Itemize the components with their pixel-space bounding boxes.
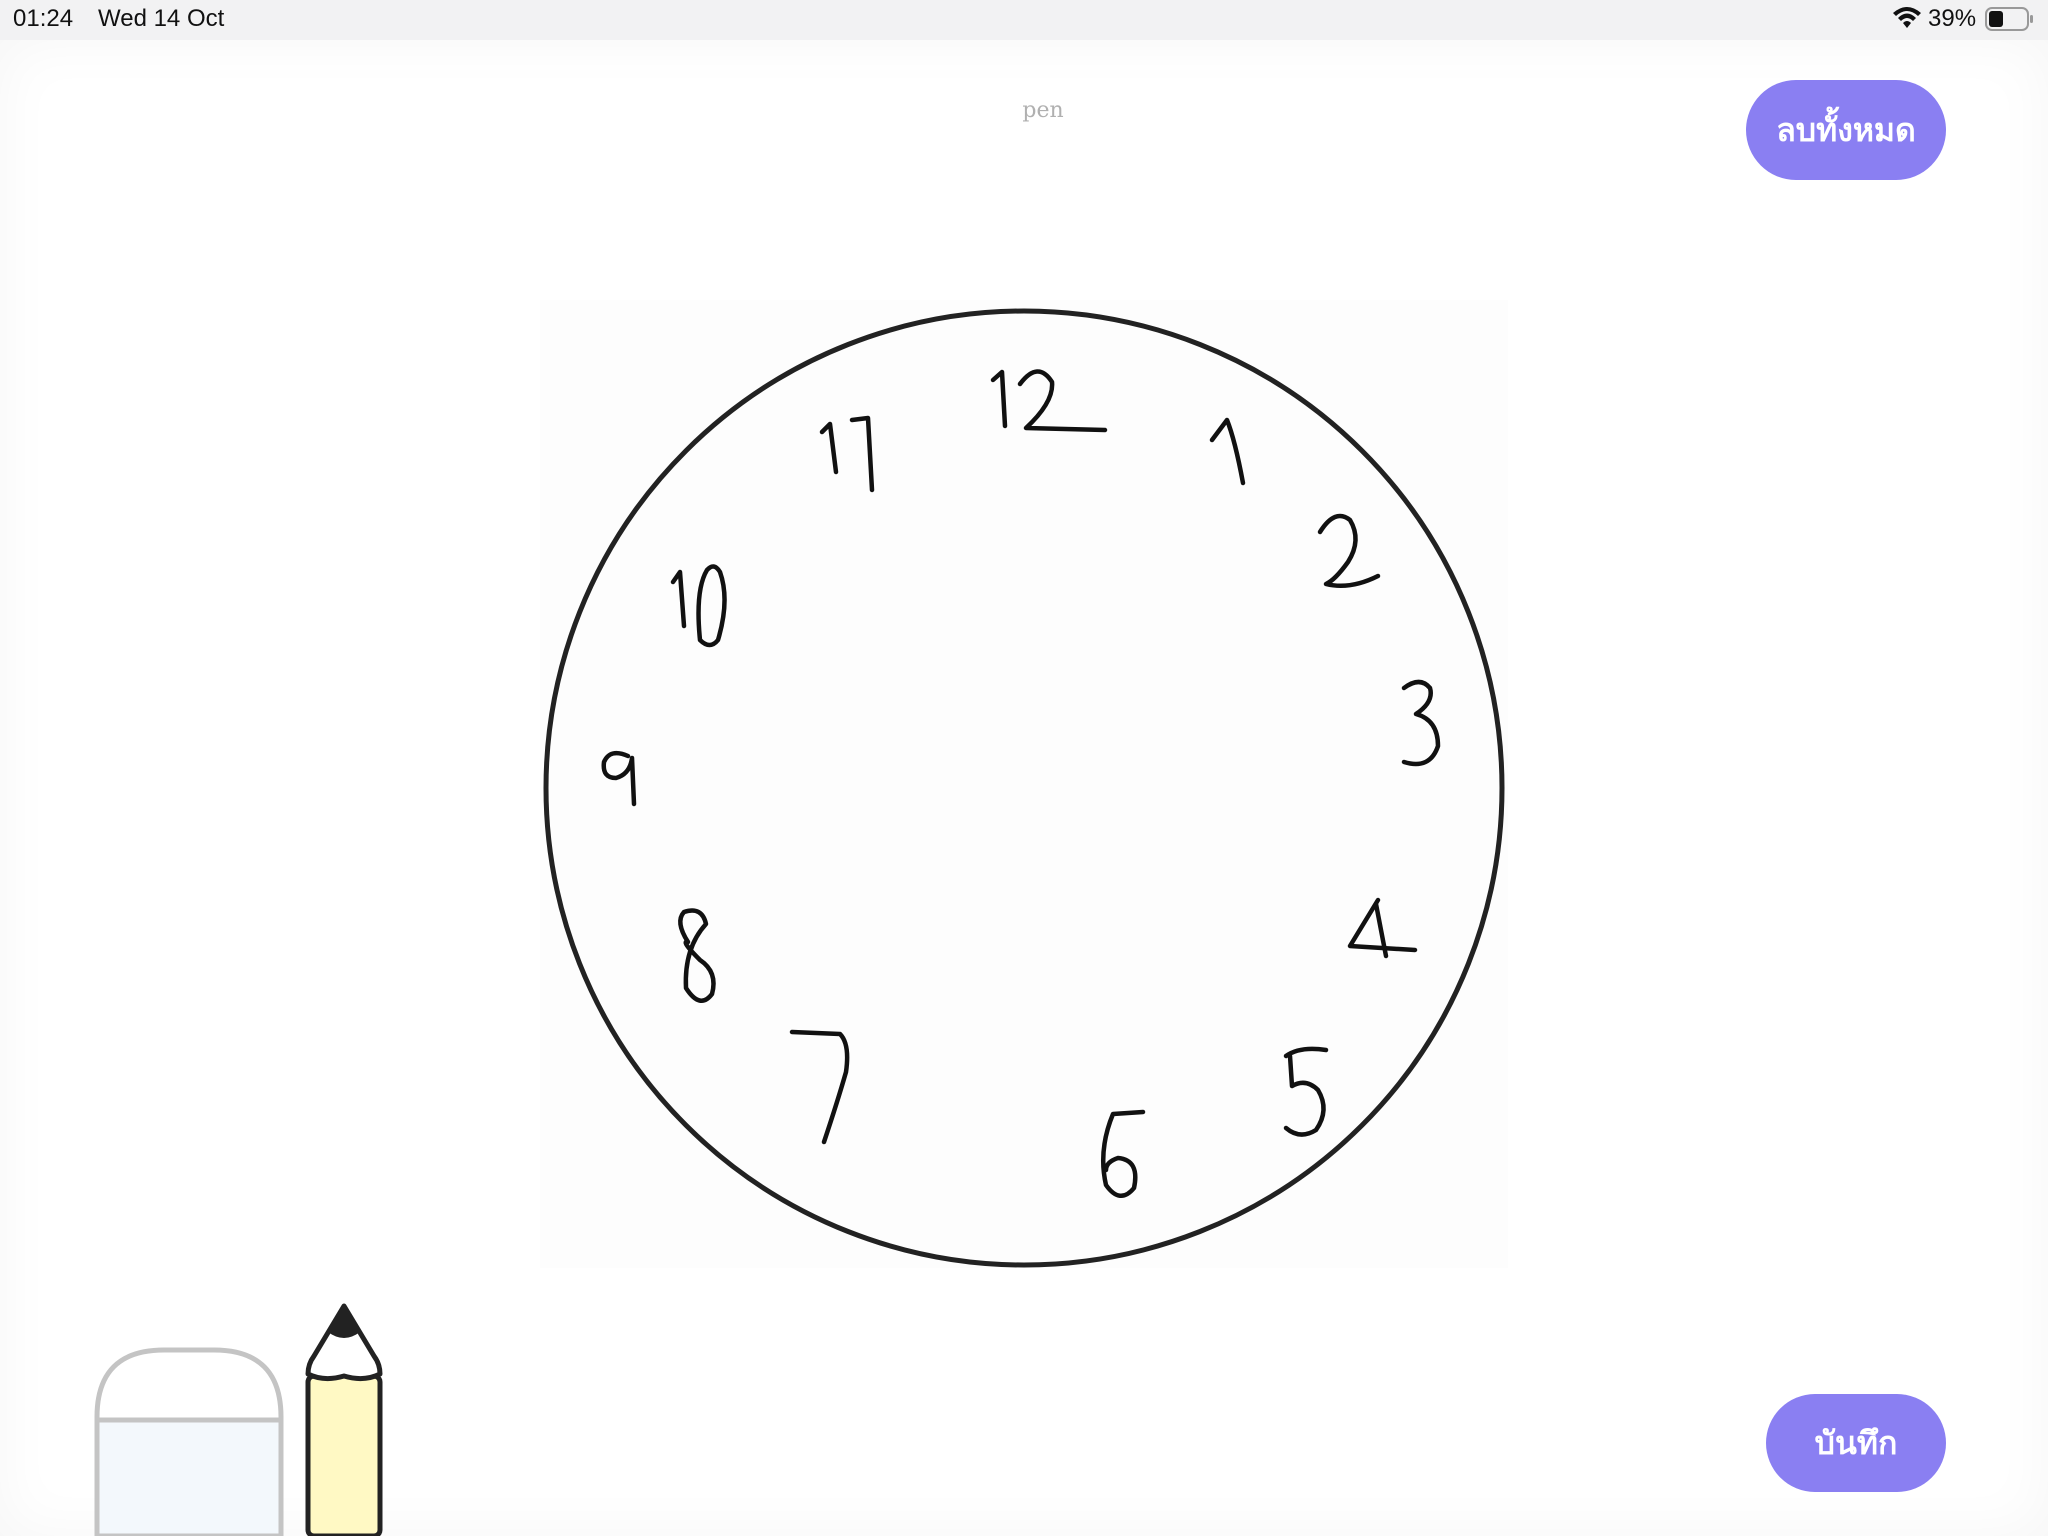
wifi-icon	[1893, 7, 1921, 28]
battery-icon	[1985, 7, 2033, 31]
status-bar: 01:24 Wed 14 Oct 39%	[0, 0, 2048, 40]
pencil-icon[interactable]	[304, 1300, 384, 1536]
eraser-icon[interactable]	[94, 1347, 284, 1536]
clear-all-button[interactable]: ลบทั้งหมด	[1746, 80, 1946, 180]
status-time: 01:24	[13, 5, 74, 32]
battery-percent: 39%	[1928, 5, 1977, 32]
drawing-canvas[interactable]	[540, 300, 1508, 1268]
current-tool-label: pen	[1022, 98, 1064, 123]
status-date: Wed 14 Oct	[98, 5, 225, 32]
save-button[interactable]: บันทึก	[1766, 1394, 1946, 1492]
